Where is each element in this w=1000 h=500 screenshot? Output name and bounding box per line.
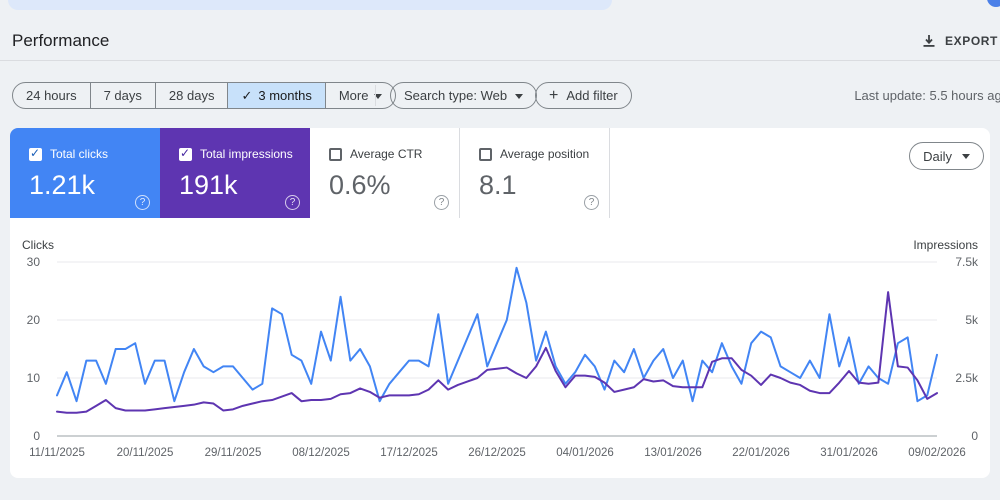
total-clicks-checkbox[interactable]: ✓ (29, 145, 42, 161)
granularity-label: Daily (923, 148, 952, 164)
check-icon: ✓ (241, 87, 253, 103)
total-impressions-tile[interactable]: ✓ Total impressions 191k ? (160, 128, 310, 218)
last-update-text: Last update: 5.5 hours ago (854, 88, 1000, 103)
performance-chart[interactable]: Clicks Impressions 30 20 10 0 7.5k 5k 2.5k 0 1… (10, 236, 990, 478)
impressions-line-series (56, 291, 938, 414)
chevron-down-icon (962, 154, 970, 159)
tile-label: Average position (500, 147, 590, 161)
range-label: 7 days (103, 88, 142, 103)
x-axis-date-labels: 11/11/2025 20/11/2025 29/11/2025 08/12/2025… (29, 447, 966, 459)
check-icon: ✓ (30, 145, 41, 160)
download-icon (922, 34, 936, 48)
range-7-days[interactable]: 7 days (89, 83, 155, 108)
page-title: Performance (12, 31, 110, 50)
svg-text:20/11/2025: 20/11/2025 (117, 447, 174, 459)
tile-label: Total impressions (200, 147, 293, 161)
svg-text:04/01/2026: 04/01/2026 (556, 447, 614, 459)
right-axis-ticks: 7.5k 5k 2.5k 0 (955, 255, 979, 443)
svg-text:10: 10 (27, 371, 41, 385)
range-more-dropdown[interactable]: More (324, 83, 396, 108)
granularity-dropdown[interactable]: Daily (909, 142, 984, 170)
svg-text:09/02/2026: 09/02/2026 (908, 447, 966, 459)
date-range-segmented-control: 24 hours 7 days 28 days ✓ 3 months More (12, 82, 397, 109)
total-clicks-tile[interactable]: ✓ Total clicks 1.21k ? (10, 128, 160, 218)
plus-icon: + (549, 86, 559, 104)
tile-label: Total clicks (50, 147, 109, 161)
svg-text:5k: 5k (965, 313, 979, 327)
range-label: 3 months (258, 88, 312, 103)
export-label: EXPORT (945, 34, 998, 48)
help-icon[interactable]: ? (434, 195, 449, 210)
range-24-hours[interactable]: 24 hours (13, 83, 90, 108)
svg-text:2.5k: 2.5k (955, 371, 979, 385)
search-type-dropdown[interactable]: Search type: Web (390, 82, 538, 109)
range-label: 24 hours (26, 88, 77, 103)
help-icon[interactable]: ? (584, 195, 599, 210)
add-filter-button[interactable]: + Add filter (535, 82, 632, 109)
chart-gridlines (57, 261, 937, 437)
svg-text:0: 0 (971, 429, 978, 443)
header-divider (0, 60, 1000, 61)
svg-text:08/12/2025: 08/12/2025 (292, 447, 350, 459)
total-impressions-checkbox[interactable]: ✓ (179, 145, 192, 161)
range-label: 28 days (168, 88, 215, 103)
help-icon[interactable]: ? (285, 195, 300, 210)
clicks-line-series (56, 266, 938, 403)
svg-text:17/12/2025: 17/12/2025 (380, 447, 438, 459)
svg-text:7.5k: 7.5k (955, 255, 979, 269)
svg-text:11/11/2025: 11/11/2025 (29, 447, 85, 459)
svg-text:0: 0 (33, 429, 40, 443)
help-icon[interactable]: ? (135, 195, 150, 210)
svg-text:29/11/2025: 29/11/2025 (205, 447, 262, 459)
svg-text:31/01/2026: 31/01/2026 (820, 447, 878, 459)
left-axis-ticks: 30 20 10 0 (27, 255, 41, 443)
vertical-separator (375, 85, 376, 106)
metric-tiles: ✓ Total clicks 1.21k ? ✓ Total impressio… (10, 128, 990, 218)
svg-text:30: 30 (27, 255, 41, 269)
average-ctr-tile[interactable]: Average CTR 0.6% ? (310, 128, 460, 218)
svg-text:20: 20 (27, 313, 41, 327)
check-icon: ✓ (180, 145, 191, 160)
performance-card: ✓ Total clicks 1.21k ? ✓ Total impressio… (10, 128, 990, 478)
average-position-tile[interactable]: Average position 8.1 ? (460, 128, 610, 218)
left-axis-title: Clicks (22, 238, 54, 252)
svg-text:26/12/2025: 26/12/2025 (468, 447, 526, 459)
right-axis-title: Impressions (913, 238, 978, 252)
svg-text:13/01/2026: 13/01/2026 (644, 447, 702, 459)
tile-label: Average CTR (350, 147, 423, 161)
search-type-label: Search type: Web (404, 88, 508, 103)
add-filter-label: Add filter (566, 88, 618, 103)
average-position-checkbox[interactable] (479, 147, 492, 161)
svg-text:22/01/2026: 22/01/2026 (732, 447, 790, 459)
search-bar-fragment (8, 0, 612, 10)
export-button[interactable]: EXPORT (922, 34, 998, 48)
range-3-months[interactable]: ✓ 3 months (227, 83, 325, 108)
range-28-days[interactable]: 28 days (154, 83, 228, 108)
more-label: More (338, 88, 369, 103)
average-ctr-checkbox[interactable] (329, 147, 342, 161)
avatar-fragment (987, 0, 1000, 7)
chevron-down-icon (515, 93, 524, 99)
